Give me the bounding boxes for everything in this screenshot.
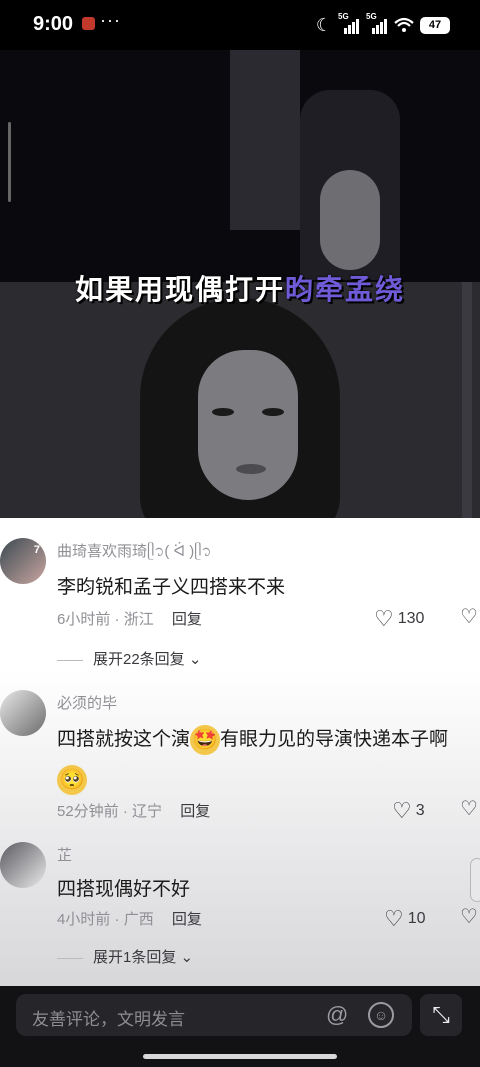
wifi-icon bbox=[394, 17, 414, 32]
comment-item: 7 曲琦喜欢雨琦ᥫ᭡( ᐛ )ᥫ᭡ 李昀锐和孟子义四搭来不来 6小时前 · 浙江… bbox=[0, 538, 480, 668]
comment-time: 52分钟前 bbox=[57, 803, 119, 820]
heart-outline-icon: ♡ bbox=[374, 606, 394, 631]
caption-highlight: 昀牵孟绕 bbox=[285, 274, 406, 305]
reply-button[interactable]: 回复 bbox=[172, 611, 202, 628]
caption-text: 如果用现偶打开 bbox=[74, 274, 285, 305]
comment-location: 辽宁 bbox=[132, 803, 163, 820]
avatar-badge: 7 bbox=[33, 544, 40, 556]
like-count: 10 bbox=[407, 910, 426, 927]
broken-heart-icon[interactable]: ♡ bbox=[460, 904, 478, 929]
expand-replies-button[interactable]: 展开1条回复 ⌄ bbox=[57, 946, 193, 967]
comment-text-part: 有眼力见的导演快递本子啊 bbox=[220, 729, 449, 750]
comment-username[interactable]: 芷 bbox=[57, 844, 72, 865]
chevron-down-icon: ⌄ bbox=[176, 949, 194, 966]
avatar[interactable]: 7 bbox=[0, 538, 46, 584]
reply-button[interactable]: 回复 bbox=[172, 911, 202, 928]
video-progress-handle[interactable] bbox=[8, 122, 11, 202]
collapse-expand-icon[interactable]: ⤡ bbox=[420, 994, 462, 1036]
expand-replies-button[interactable]: 展开22条回复 ⌄ bbox=[57, 648, 201, 669]
comment-time: 4小时前 bbox=[57, 911, 111, 928]
comment-item: 必须的毕 四搭就按这个演 🤩 有眼力见的导演快递本子啊 🥺 52分钟前 · 辽宁 回… bbox=[0, 690, 480, 823]
signal-icon: 5G bbox=[366, 12, 388, 34]
like-count: 130 bbox=[397, 610, 425, 627]
comment-meta: 52分钟前 · 辽宁 回复 bbox=[57, 803, 211, 820]
moon-icon: ☾ bbox=[315, 14, 332, 35]
like-button[interactable]: ♡ 3 bbox=[392, 798, 425, 824]
battery-icon: 47 bbox=[420, 16, 450, 34]
heart-outline-icon: ♡ bbox=[392, 798, 412, 823]
status-icons: ☾ 5G 5G 47 bbox=[315, 12, 450, 37]
comment-text: 李昀锐和孟子义四搭来不来 bbox=[57, 577, 286, 598]
signal-icon: 5G bbox=[338, 12, 360, 34]
video-scene-top bbox=[0, 50, 480, 282]
star-struck-emoji: 🤩 bbox=[190, 724, 221, 755]
side-drawer-handle[interactable] bbox=[470, 858, 480, 902]
chevron-down-icon: ⌄ bbox=[184, 651, 202, 668]
video-face bbox=[198, 350, 298, 500]
broken-heart-icon[interactable]: ♡ bbox=[460, 604, 478, 629]
status-time: 9:00 bbox=[33, 13, 74, 35]
lips bbox=[236, 464, 266, 474]
comment-input-placeholder: 友善评论，文明发言 bbox=[32, 1010, 185, 1029]
screen-record-icon bbox=[82, 17, 95, 30]
comment-username[interactable]: 曲琦喜欢雨琦ᥫ᭡( ᐛ )ᥫ᭡ bbox=[57, 540, 212, 567]
comment-item: 芷 四搭现偶好不好 4小时前 · 广西 回复 ♡ 10 ♡ 展开1条回复 ⌄ bbox=[0, 842, 480, 972]
at-mention-icon[interactable]: @ bbox=[326, 1002, 348, 1028]
pleading-emoji: 🥺 bbox=[57, 764, 87, 795]
comment-text-part: 四搭就按这个演 bbox=[57, 729, 191, 750]
comment-input-bar: 友善评论，文明发言 @ ☺ ⤡ bbox=[0, 986, 480, 1067]
eye-left bbox=[212, 408, 234, 416]
like-button[interactable]: ♡ 10 bbox=[384, 906, 426, 932]
comment-text: 四搭现偶好不好 bbox=[57, 879, 191, 900]
notification-dots: ··· bbox=[100, 10, 121, 30]
avatar[interactable] bbox=[0, 842, 46, 888]
eye-right bbox=[262, 408, 284, 416]
heart-outline-icon: ♡ bbox=[384, 906, 404, 931]
comment-text: 四搭就按这个演 🤩 有眼力见的导演快递本子啊 🥺 bbox=[57, 720, 477, 800]
broken-heart-icon[interactable]: ♡ bbox=[460, 796, 478, 821]
comment-meta: 6小时前 · 浙江 回复 bbox=[57, 611, 202, 628]
expand-replies-label: 展开1条回复 bbox=[93, 949, 177, 966]
video-caption: 如果用现偶打开昀牵孟绕 bbox=[0, 268, 480, 308]
avatar[interactable] bbox=[0, 690, 46, 736]
reply-button[interactable]: 回复 bbox=[180, 803, 210, 820]
video-player[interactable]: 如果用现偶打开昀牵孟绕 bbox=[0, 50, 480, 518]
expand-replies-label: 展开22条回复 bbox=[93, 651, 185, 668]
comment-meta: 4小时前 · 广西 回复 bbox=[57, 911, 202, 928]
emoji-icon[interactable]: ☺ bbox=[368, 1002, 394, 1028]
comment-input[interactable]: 友善评论，文明发言 @ ☺ bbox=[16, 994, 412, 1036]
like-button[interactable]: ♡ 130 bbox=[374, 606, 424, 632]
home-indicator[interactable] bbox=[143, 1054, 337, 1059]
status-bar: 9:00 ··· ☾ 5G 5G 47 bbox=[0, 0, 480, 50]
comment-list[interactable]: 7 曲琦喜欢雨琦ᥫ᭡( ᐛ )ᥫ᭡ 李昀锐和孟子义四搭来不来 6小时前 · 浙江… bbox=[0, 518, 480, 986]
like-count: 3 bbox=[415, 802, 425, 819]
comment-time: 6小时前 bbox=[57, 611, 111, 628]
comment-location: 广西 bbox=[123, 911, 154, 928]
comment-location: 浙江 bbox=[123, 611, 154, 628]
comment-username[interactable]: 必须的毕 bbox=[57, 692, 117, 713]
